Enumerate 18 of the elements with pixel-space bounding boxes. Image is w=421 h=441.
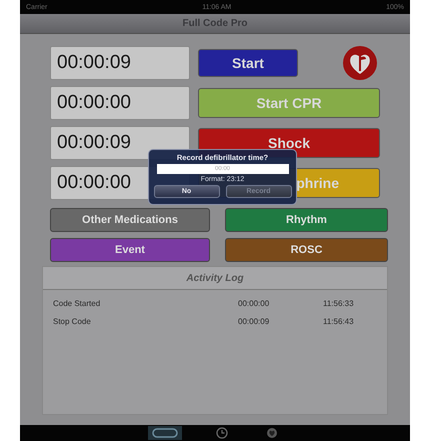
action-button[interactable]: Event <box>50 238 210 262</box>
card-icon <box>152 428 178 438</box>
log-event: Code Started <box>53 299 102 308</box>
timer-display: 00:00:00 <box>50 86 190 120</box>
action-button[interactable]: Other Medications <box>50 208 210 232</box>
log-elapsed: 00:00:09 <box>238 317 270 326</box>
tab[interactable] <box>148 426 182 440</box>
clock-icon <box>216 427 228 439</box>
log-elapsed: 00:00:00 <box>238 299 270 308</box>
action-button[interactable]: ROSC <box>225 238 388 262</box>
log-title: Activity Log <box>186 272 244 284</box>
action-button[interactable]: Rhythm <box>225 208 388 232</box>
log-event: Stop Code <box>53 317 92 326</box>
log-time: 11:56:43 <box>323 317 354 326</box>
window-title: Full Code Pro <box>182 18 248 29</box>
action-button[interactable]: Start <box>198 49 298 77</box>
timer-display: 00:00:09 <box>50 46 190 80</box>
log-time: 11:56:33 <box>323 299 354 308</box>
